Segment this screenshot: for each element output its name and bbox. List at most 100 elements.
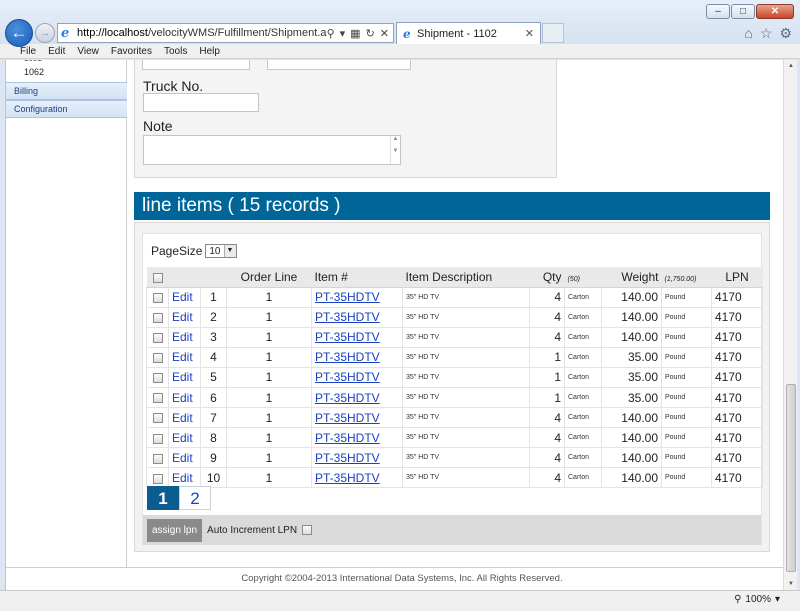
favorites-star-icon[interactable]: ☆: [760, 25, 773, 42]
order-line-cell: 1: [226, 427, 312, 449]
page-scrollbar[interactable]: ▲ ▼: [783, 60, 797, 590]
new-tab-button[interactable]: [542, 23, 564, 43]
menu-edit[interactable]: Edit: [42, 44, 71, 58]
edit-link[interactable]: Edit: [168, 427, 201, 449]
zoom-dropdown-icon[interactable]: ▾: [775, 594, 780, 605]
row-checkbox[interactable]: [152, 433, 163, 444]
sidebar-item-1062[interactable]: 1062: [24, 67, 44, 77]
qty-cell: 4: [529, 467, 565, 489]
sidebar-item-cut[interactable]: 1001: [24, 60, 42, 63]
pagesize-select[interactable]: 10 ▼: [205, 244, 237, 258]
edit-link[interactable]: Edit: [168, 407, 201, 429]
sidebar-section-billing[interactable]: Billing: [6, 82, 127, 100]
address-bar[interactable]: e http://localhost/velocityWMS/Fulfillme…: [57, 23, 394, 43]
page-1[interactable]: 1: [147, 486, 179, 510]
item-link[interactable]: PT-35HDTV: [315, 431, 380, 445]
weight-cell: 140.00: [601, 407, 662, 429]
lpn-cell: 4170: [711, 286, 763, 308]
sidebar-section-configuration[interactable]: Configuration: [6, 100, 127, 118]
row-checkbox[interactable]: [152, 312, 163, 323]
item-description-cell: 35" HD TV: [402, 447, 530, 469]
item-description-header[interactable]: Item Description: [402, 267, 530, 288]
lpn-header[interactable]: LPN: [711, 267, 763, 288]
settings-gear-icon[interactable]: ⚙: [779, 25, 792, 42]
close-window-icon[interactable]: ✕: [756, 4, 794, 19]
address-url[interactable]: http://localhost/velocityWMS/Fulfillment…: [75, 27, 327, 39]
back-button[interactable]: ←: [5, 19, 33, 47]
item-link[interactable]: PT-35HDTV: [315, 370, 380, 384]
chevron-down-icon[interactable]: ▼: [223, 245, 236, 257]
order-line-header[interactable]: Order Line: [226, 267, 312, 288]
note-textarea[interactable]: ▲ ▼: [143, 135, 401, 165]
edit-link[interactable]: Edit: [168, 467, 201, 489]
order-line-cell: 1: [226, 306, 312, 328]
form-input-partial-2[interactable]: [267, 60, 411, 70]
browser-tab[interactable]: e Shipment - 1102 ✕: [396, 22, 541, 44]
row-select-cell: [146, 366, 169, 388]
scroll-down-icon[interactable]: ▼: [785, 578, 797, 590]
page-2[interactable]: 2: [179, 486, 211, 510]
item-link[interactable]: PT-35HDTV: [315, 471, 380, 485]
compatibility-view-icon[interactable]: ▦: [350, 27, 360, 40]
qty-unit-cell: Carton: [564, 366, 602, 388]
row-checkbox[interactable]: [152, 473, 163, 484]
menu-tools[interactable]: Tools: [158, 44, 193, 58]
refresh-icon[interactable]: ↻: [366, 27, 375, 40]
search-icon[interactable]: ⚲: [327, 27, 335, 40]
row-select-cell: [146, 467, 169, 489]
row-checkbox[interactable]: [152, 373, 163, 384]
menu-view[interactable]: View: [71, 44, 105, 58]
row-number: 6: [200, 386, 227, 409]
stop-icon[interactable]: ✕: [380, 27, 389, 40]
menu-favorites[interactable]: Favorites: [105, 44, 158, 58]
auto-increment-lpn-checkbox[interactable]: [302, 525, 313, 535]
edit-link[interactable]: Edit: [168, 346, 201, 368]
minimize-icon[interactable]: –: [706, 4, 730, 19]
table-row: Edit 4 1 PT-35HDTV 35" HD TV 1 Carton 35.00 Poun…: [146, 346, 763, 368]
edit-link[interactable]: Edit: [168, 306, 201, 328]
item-description-cell: 35" HD TV: [402, 427, 530, 449]
window-controls: – □ ✕: [706, 4, 794, 19]
note-scrollbar[interactable]: ▲ ▼: [390, 136, 400, 164]
zoom-control[interactable]: ⚲ 100% ▾: [734, 594, 780, 605]
item-header[interactable]: Item #: [311, 267, 403, 288]
row-checkbox[interactable]: [152, 413, 163, 424]
edit-link[interactable]: Edit: [168, 386, 201, 409]
edit-link[interactable]: Edit: [168, 286, 201, 308]
weight-unit-cell: Pound: [661, 467, 712, 489]
item-link[interactable]: PT-35HDTV: [315, 391, 380, 405]
dropdown-arrow-icon[interactable]: ▾: [340, 27, 346, 40]
select-all-checkbox[interactable]: [152, 272, 163, 283]
pagesize-value: 10: [209, 245, 221, 257]
row-checkbox[interactable]: [152, 292, 163, 303]
truck-no-input[interactable]: [143, 93, 259, 112]
item-link[interactable]: PT-35HDTV: [315, 350, 380, 364]
item-link[interactable]: PT-35HDTV: [315, 290, 380, 304]
assign-lpn-button[interactable]: assign lpn: [147, 518, 203, 542]
form-input-partial[interactable]: [142, 60, 250, 70]
row-checkbox[interactable]: [152, 393, 163, 404]
home-icon[interactable]: ⌂: [744, 25, 752, 42]
qty-header[interactable]: Qty: [529, 267, 565, 288]
weight-cell: 140.00: [601, 326, 662, 348]
weight-header[interactable]: Weight: [601, 267, 662, 288]
edit-link[interactable]: Edit: [168, 447, 201, 469]
row-checkbox[interactable]: [152, 453, 163, 464]
edit-link[interactable]: Edit: [168, 326, 201, 348]
row-checkbox[interactable]: [152, 353, 163, 364]
item-link[interactable]: PT-35HDTV: [315, 411, 380, 425]
weight-unit-cell: Pound: [661, 286, 712, 308]
tab-close-icon[interactable]: ✕: [525, 27, 534, 40]
scroll-up-icon[interactable]: ▲: [785, 60, 797, 72]
item-cell: PT-35HDTV: [311, 326, 403, 348]
edit-link[interactable]: Edit: [168, 366, 201, 388]
copyright-text: Copyright ©2004-2013 International Data …: [241, 573, 563, 584]
menu-help[interactable]: Help: [193, 44, 226, 58]
forward-button[interactable]: →: [35, 23, 55, 43]
scrollbar-thumb[interactable]: [786, 384, 796, 572]
item-link[interactable]: PT-35HDTV: [315, 330, 380, 344]
row-checkbox[interactable]: [152, 333, 163, 344]
item-link[interactable]: PT-35HDTV: [315, 310, 380, 324]
maximize-icon[interactable]: □: [731, 4, 755, 19]
item-link[interactable]: PT-35HDTV: [315, 451, 380, 465]
